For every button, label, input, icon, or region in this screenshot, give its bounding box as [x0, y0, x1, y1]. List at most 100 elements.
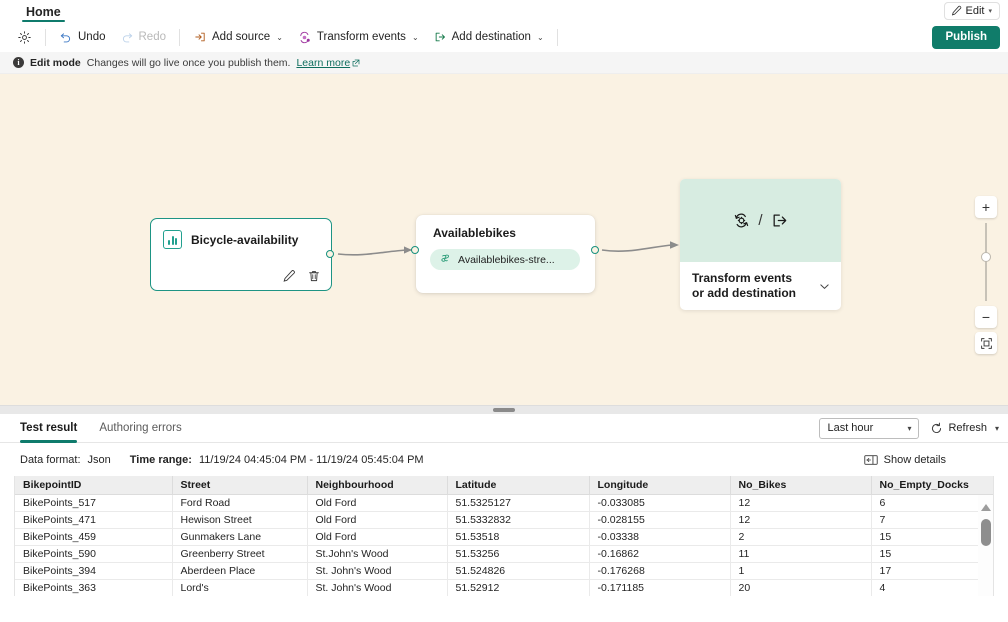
zoom-out-label: −: [981, 309, 991, 325]
edit-node-button[interactable]: [282, 269, 296, 283]
node-bicycle-availability[interactable]: Bicycle-availability: [150, 218, 332, 291]
zoom-in-button[interactable]: +: [975, 196, 997, 218]
settings-button[interactable]: [10, 25, 39, 49]
scroll-up-arrow-icon[interactable]: [980, 504, 991, 511]
edit-mode-button[interactable]: Edit ▾: [943, 2, 1000, 20]
eventstream-canvas[interactable]: Bicycle-availability Availablebikes Avai…: [0, 74, 1008, 405]
undo-icon: [60, 33, 71, 43]
table-header-cell[interactable]: No_Empty_Docks: [871, 476, 993, 495]
table-cell: BikePoints_471: [15, 511, 173, 529]
node-add-separator: /: [758, 212, 763, 229]
table-cell: Old Ford: [307, 494, 448, 512]
time-range-label: Time range:: [129, 453, 192, 466]
tab-home[interactable]: Home: [18, 5, 69, 22]
fit-to-screen-button[interactable]: [975, 332, 997, 354]
table-cell: -0.171185: [589, 579, 731, 596]
show-details-label: Show details: [883, 453, 946, 466]
table-cell: 7: [871, 511, 993, 529]
table-cell: -0.028155: [589, 511, 731, 529]
canvas-zoom-controls: + −: [975, 196, 997, 354]
tab-test-result[interactable]: Test result: [20, 414, 78, 443]
add-source-icon: [195, 32, 205, 42]
table-header-cell[interactable]: No_Bikes: [730, 476, 872, 495]
redo-button[interactable]: Redo: [113, 25, 174, 49]
table-cell: Greenberry Street: [172, 545, 308, 563]
table-header-cell[interactable]: BikepointID: [15, 476, 173, 495]
node-source-output-port[interactable]: [326, 250, 334, 258]
edit-mode-title: Edit mode: [30, 56, 81, 69]
node-add-footer[interactable]: Transform events or add destination: [680, 262, 841, 310]
add-destination-icon: [773, 214, 786, 227]
tab-authoring-errors-label: Authoring errors: [99, 422, 182, 434]
table-cell: 51.5325127: [447, 494, 590, 512]
table-cell: 51.52912: [447, 579, 590, 596]
node-source-actions: [282, 269, 321, 283]
chevron-down-icon: ⌄: [536, 32, 544, 42]
node-availablebikes[interactable]: Availablebikes Availablebikes-stre...: [416, 215, 595, 293]
table-cell: Hewison Street: [172, 511, 308, 529]
test-result-table-container[interactable]: BikepointID Street Neighbourhood Latitude Lo…: [14, 476, 994, 596]
table-row[interactable]: BikePoints_590 Greenberry Street St.John's…: [15, 545, 993, 563]
table-cell: 4: [871, 579, 993, 596]
transform-events-label: Transform events: [316, 31, 406, 43]
edit-button-label: Edit: [965, 5, 985, 17]
node-stream-output-port[interactable]: [591, 246, 599, 254]
table-cell: Aberdeen Place: [172, 562, 308, 580]
table-cell: 51.524826: [447, 562, 590, 580]
details-panel-icon: [863, 454, 878, 465]
table-row[interactable]: BikePoints_394 Aberdeen Place St. John's W…: [15, 562, 993, 580]
table-cell: 11: [730, 545, 872, 563]
stream-chip[interactable]: Availablebikes-stre...: [430, 249, 580, 270]
time-range-dropdown[interactable]: Last hour ▾: [819, 417, 920, 439]
external-link-icon: [352, 59, 360, 66]
undo-button[interactable]: Undo: [52, 25, 113, 49]
node-transform-or-destination[interactable]: / Transform events or add destination: [680, 179, 841, 310]
table-cell: -0.16862: [589, 545, 731, 563]
node-stream-title: Availablebikes: [433, 226, 516, 240]
toolbar-divider-3: [556, 28, 558, 46]
table-cell: 1: [730, 562, 872, 580]
transform-events-button[interactable]: Transform events ⌄: [290, 25, 426, 49]
chevron-down-icon: ▾: [907, 423, 912, 433]
top-tab-strip: Home Edit ▾: [0, 0, 1008, 22]
splitter-grip[interactable]: [493, 408, 515, 412]
show-details-button[interactable]: Show details: [863, 453, 946, 466]
add-source-button[interactable]: Add source ⌄: [186, 25, 290, 49]
bottom-panel-controls: Last hour ▾ Refresh ▾: [819, 417, 999, 439]
zoom-slider-track[interactable]: [981, 223, 992, 301]
add-destination-button[interactable]: Add destination ⌄: [426, 25, 551, 49]
table-row[interactable]: BikePoints_471 Hewison Street Old Ford 51.5…: [15, 511, 993, 529]
tab-authoring-errors[interactable]: Authoring errors: [99, 414, 181, 443]
learn-more-label: Learn more: [296, 56, 351, 69]
chevron-down-icon[interactable]: ▾: [995, 424, 999, 433]
chevron-down-icon[interactable]: [818, 280, 831, 293]
table-cell: 12: [730, 494, 872, 512]
delete-node-button[interactable]: [307, 269, 321, 283]
zoom-slider-thumb[interactable]: [981, 252, 992, 262]
table-cell: BikePoints_394: [15, 562, 173, 580]
pencil-icon: [951, 5, 961, 16]
node-stream-input-port[interactable]: [411, 246, 419, 254]
publish-button[interactable]: Publish: [932, 25, 1000, 49]
table-header-cell[interactable]: Latitude: [447, 476, 590, 495]
table-body: BikePoints_517 Ford Road Old Ford 51.532512…: [15, 494, 993, 596]
table-row[interactable]: BikePoints_459 Gunmakers Lane Old Ford 51.5…: [15, 528, 993, 546]
table-cell: Old Ford: [307, 528, 448, 546]
refresh-button[interactable]: Refresh ▾: [930, 422, 999, 435]
learn-more-link[interactable]: Learn more: [296, 57, 360, 69]
table-vertical-scrollbar[interactable]: [978, 495, 993, 596]
add-source-label: Add source: [212, 31, 271, 43]
time-range-text: 11/19/24 04:45:04 PM - 11/19/24 05:45:04…: [198, 453, 424, 466]
pencil-icon: [283, 270, 295, 282]
table-header-cell[interactable]: Neighbourhood: [307, 476, 448, 495]
table-row[interactable]: BikePoints_363 Lord's St. John's Wood 51.52…: [15, 579, 993, 596]
scrollbar-thumb[interactable]: [980, 519, 991, 546]
toolbar-divider-2: [179, 28, 180, 46]
tab-home-label: Home: [26, 5, 61, 19]
zoom-out-button[interactable]: −: [975, 306, 997, 328]
table-row[interactable]: BikePoints_517 Ford Road Old Ford 51.532512…: [15, 494, 993, 512]
table-header-cell[interactable]: Street: [172, 476, 308, 495]
chevron-down-icon: ▾: [988, 8, 992, 15]
table-cell: St. John's Wood: [307, 579, 448, 596]
table-header-cell[interactable]: Longitude: [589, 476, 731, 495]
